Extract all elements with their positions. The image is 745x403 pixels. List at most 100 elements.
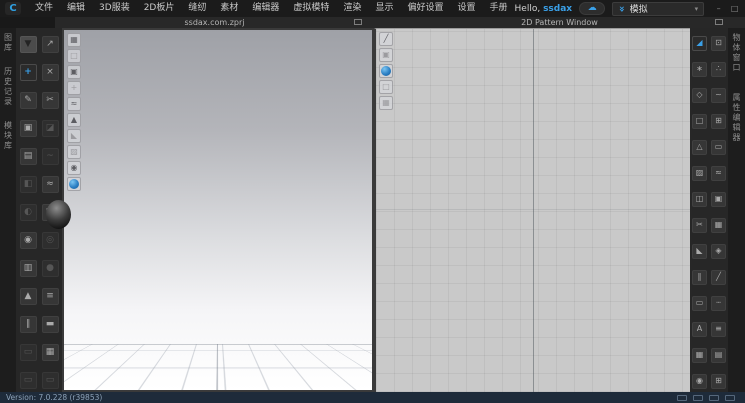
tool-zipper-2d[interactable]: ∥ <box>692 270 707 285</box>
menu-3d-garment[interactable]: 3D服装 <box>92 0 137 17</box>
tab-object-browser[interactable]: 物体窗口 <box>731 33 742 73</box>
tool-ruler-2d[interactable]: ▭ <box>692 296 707 311</box>
tool-arrange-points[interactable]: ◪ <box>42 120 59 137</box>
tool-fabric-sphere[interactable]: ◉ <box>692 374 707 389</box>
tool-sewing-machine-2d[interactable]: ▤ <box>711 348 726 363</box>
window-minimize-button[interactable]: – <box>711 2 726 15</box>
vtool-globe-view[interactable]: ● <box>67 177 81 191</box>
app-logo-icon[interactable]: C <box>5 2 21 15</box>
tool-cut-sew-2d[interactable]: ✂ <box>692 218 707 233</box>
status-button-3[interactable] <box>709 395 719 401</box>
status-button-1[interactable] <box>677 395 687 401</box>
tool-add-point[interactable]: ∴ <box>711 62 726 77</box>
tool-tape-avatar[interactable]: ~ <box>42 148 59 165</box>
tool-zoom-rect[interactable]: ⊞ <box>711 114 726 129</box>
tool-fabric-roll[interactable]: ▬ <box>42 316 59 333</box>
vtool-edit-pattern-2d[interactable]: ╱ <box>379 32 393 46</box>
menu-render[interactable]: 渲染 <box>336 0 368 17</box>
tool-fold-arrangement[interactable]: ◧ <box>20 176 37 193</box>
menu-edit[interactable]: 编辑 <box>60 0 92 17</box>
menu-file[interactable]: 文件 <box>28 0 60 17</box>
popout-icon-3d-window[interactable] <box>354 19 362 25</box>
vtool-fabric-grid-2d[interactable]: ▦ <box>379 96 393 110</box>
tool-tshirt-tool[interactable]: ▣ <box>20 120 37 137</box>
tool-placeholder-a[interactable]: ▭ <box>20 344 37 361</box>
status-button-4[interactable] <box>725 395 735 401</box>
tool-trouser-tool[interactable]: ∥ <box>20 316 37 333</box>
menu-manual[interactable]: 手册 <box>483 0 515 17</box>
vtool-render-machine[interactable]: ▦ <box>67 33 81 47</box>
tool-set-square[interactable]: ◣ <box>692 244 707 259</box>
tool-rect-draw[interactable]: □ <box>692 114 707 129</box>
window-maximize-button[interactable]: □ <box>727 2 742 15</box>
vtool-mannequin-display[interactable]: ◉ <box>67 161 81 175</box>
vtool-paper-pattern[interactable]: □ <box>379 80 393 94</box>
tool-button-3d[interactable]: ● <box>42 260 59 277</box>
vtool-shirt-pattern-2d[interactable]: ▣ <box>379 48 393 62</box>
2d-pattern-viewport[interactable]: ╱ ▣ ● □ ▦ <box>374 28 690 392</box>
vtool-texture-info[interactable]: ● <box>379 64 393 78</box>
tool-layer-stack[interactable]: ≡ <box>711 322 726 337</box>
vtool-avatar-display[interactable]: ▲ <box>67 113 81 127</box>
tab-library[interactable]: 图库 <box>3 33 14 53</box>
tool-polygon-draw[interactable]: ◇ <box>692 88 707 103</box>
tool-sync-garment[interactable]: ▣ <box>711 192 726 207</box>
tool-hand-grab[interactable]: ◉ <box>20 232 37 249</box>
tool-pleats-tool[interactable]: ▲ <box>20 288 37 305</box>
tool-select-mesh[interactable]: × <box>42 64 59 81</box>
tool-fold-cloth[interactable]: ≈ <box>711 166 726 181</box>
tool-placeholder-c[interactable]: ▭ <box>42 372 59 389</box>
tool-avatar-walk[interactable]: ↗ <box>42 36 59 53</box>
tool-rotate-gizmo[interactable]: ◐ <box>20 204 37 221</box>
tool-edit-point[interactable]: ∗ <box>692 62 707 77</box>
menu-preferences[interactable]: 偏好设置 <box>400 0 450 17</box>
menu-settings[interactable]: 设置 <box>450 0 482 17</box>
username-link[interactable]: ssdax <box>543 4 572 14</box>
tool-simulate-drop[interactable]: ▼ <box>20 36 37 53</box>
vtool-shoe-display[interactable]: ◣ <box>67 129 81 143</box>
tool-jacket-tool[interactable]: ▥ <box>20 260 37 277</box>
mode-selector[interactable]: » 模拟 ▾ <box>612 2 704 16</box>
popout-icon-2d-window[interactable] <box>715 19 723 25</box>
tab-history[interactable]: 历史记录 <box>3 67 14 107</box>
tool-text-tool[interactable]: A <box>692 322 707 337</box>
tool-dart-draw[interactable]: △ <box>692 140 707 155</box>
tool-overlap-copy[interactable]: ◫ <box>692 192 707 207</box>
tool-seam-line[interactable]: ╱ <box>711 270 726 285</box>
tool-grid-internal[interactable]: ▦ <box>692 348 707 363</box>
tool-texture-pack[interactable]: ◈ <box>711 244 726 259</box>
vtool-garment-solid[interactable]: ▣ <box>67 65 81 79</box>
tool-select-move[interactable]: + <box>20 64 37 81</box>
tool-placeholder-b[interactable]: ▭ <box>20 372 37 389</box>
chevron-down-icon[interactable]: ▾ <box>695 5 699 13</box>
tool-trace-pattern[interactable]: ▨ <box>692 166 707 181</box>
status-button-2[interactable] <box>693 395 703 401</box>
tool-shirt-texture[interactable]: ▦ <box>711 218 726 233</box>
menu-editor[interactable]: 编辑器 <box>245 0 286 17</box>
tool-fabric-bricks[interactable]: ⊞ <box>711 374 726 389</box>
menu-display[interactable]: 显示 <box>368 0 400 17</box>
vtool-drape-display[interactable]: ≈ <box>67 97 81 111</box>
vtool-garment-wireframe[interactable]: □ <box>67 49 81 63</box>
menu-2d-pattern[interactable]: 2D板片 <box>137 0 182 17</box>
cloud-sync-button[interactable]: ☁ <box>579 2 605 15</box>
tool-zipper-3d[interactable]: ≡ <box>42 288 59 305</box>
tool-iron-press[interactable]: ▭ <box>711 140 726 155</box>
menu-sewing[interactable]: 缝纫 <box>181 0 213 17</box>
menu-material[interactable]: 素材 <box>213 0 245 17</box>
tab-modular[interactable]: 模块库 <box>3 121 14 151</box>
tab-property-editor[interactable]: 属性编辑器 <box>731 93 742 143</box>
tool-transform-pattern[interactable]: ◢ <box>692 36 707 51</box>
tool-fabric-stack[interactable]: ▦ <box>42 344 59 361</box>
vtool-pin-display[interactable]: + <box>67 81 81 95</box>
tool-sewing-machine[interactable]: ▤ <box>20 148 37 165</box>
tool-pattern-move-box[interactable]: ⊡ <box>711 36 726 51</box>
tool-wind-tool[interactable]: ≈ <box>42 176 59 193</box>
menu-avatar[interactable]: 虚拟模特 <box>286 0 336 17</box>
tool-fit-map[interactable]: ◎ <box>42 232 59 249</box>
vtool-cloth-display[interactable]: ▨ <box>67 145 81 159</box>
tool-curve-draw[interactable]: ~ <box>711 88 726 103</box>
gizmo-sphere-handle[interactable] <box>46 200 71 229</box>
tool-edit-sewline[interactable]: ✎ <box>20 92 37 109</box>
tool-edit-cut[interactable]: ✂ <box>42 92 59 109</box>
